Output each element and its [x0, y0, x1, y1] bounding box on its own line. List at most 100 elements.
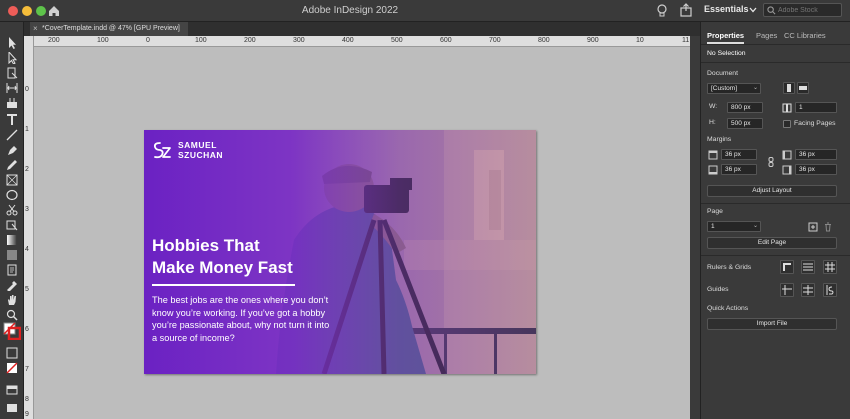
content-collector-tool[interactable]: [5, 97, 19, 109]
landscape-orientation-button[interactable]: [797, 82, 809, 94]
selection-tool[interactable]: [5, 37, 19, 49]
document-preset-select[interactable]: [Custom] ⌄: [707, 83, 761, 94]
note-tool[interactable]: [5, 264, 19, 276]
free-transform-tool[interactable]: [5, 219, 19, 231]
scissors-tool[interactable]: [5, 204, 19, 216]
chevron-down-icon: ⌄: [752, 85, 758, 91]
tab-pages[interactable]: Pages: [756, 28, 777, 44]
share-icon[interactable]: [679, 3, 693, 17]
chevron-down-icon: ⌄: [752, 223, 758, 229]
add-page-icon[interactable]: [808, 222, 818, 232]
baseline-grid-icon: [803, 263, 813, 271]
tab-cc-libraries[interactable]: CC Libraries: [784, 28, 826, 44]
ruler-label: 400: [342, 37, 354, 44]
margin-bottom-input[interactable]: 36 px: [721, 164, 757, 175]
smart-guides-button[interactable]: [801, 283, 815, 297]
ellipse-tool[interactable]: [5, 189, 19, 201]
adjust-layout-button[interactable]: Adjust Layout: [707, 185, 837, 197]
pen-tool-icon: [8, 146, 17, 155]
margin-top-input[interactable]: 36 px: [721, 149, 757, 160]
apply-none-button[interactable]: [5, 362, 19, 374]
lightbulb-icon[interactable]: [656, 3, 668, 19]
document-tab-bar: × *CoverTemplate.indd @ 47% [GPU Preview…: [24, 22, 700, 36]
horizontal-ruler[interactable]: 200 100 0 100 200 300 400 500 600 700 80…: [34, 36, 690, 47]
vertical-ruler[interactable]: 0 1 2 3 4 5 6 7 8 9: [24, 36, 34, 419]
line-tool[interactable]: [5, 129, 19, 141]
ruler-label: 600: [440, 37, 452, 44]
title-bar: Adobe InDesign 2022 Essentials: [0, 0, 850, 22]
type-tool-icon: [7, 114, 17, 125]
page-tool-icon: [7, 67, 18, 79]
quick-actions-title: Quick Actions: [707, 305, 749, 312]
page-tool[interactable]: [5, 67, 19, 79]
eyedropper-tool[interactable]: [5, 279, 19, 291]
page-select[interactable]: 1 ⌄: [707, 221, 761, 232]
toggle-rulers-button[interactable]: [780, 260, 794, 274]
height-label: H:: [709, 119, 716, 126]
landscape-orientation-icon: [799, 86, 807, 90]
pen-tool[interactable]: [5, 144, 19, 156]
workspace-switcher[interactable]: Essentials: [704, 4, 749, 14]
headline-line1: Hobbies That: [152, 236, 260, 255]
margins-section-title: Margins: [707, 136, 732, 143]
margin-left-icon: [782, 150, 792, 160]
ruler-label: 2: [25, 166, 29, 173]
ruler-label: 300: [293, 37, 305, 44]
container-icon: [6, 347, 18, 359]
preview-mode-button[interactable]: [5, 402, 19, 414]
portrait-orientation-button[interactable]: [783, 82, 795, 94]
chevron-down-icon[interactable]: [749, 6, 757, 14]
margin-right-input[interactable]: 36 px: [795, 164, 837, 175]
import-file-button[interactable]: Import File: [707, 318, 837, 330]
search-icon: [767, 6, 776, 15]
document-width-input[interactable]: 800 px: [727, 102, 763, 113]
gradient-feather-tool[interactable]: [5, 249, 19, 261]
portrait-orientation-icon: [787, 84, 791, 92]
document-height-input[interactable]: 500 px: [727, 118, 763, 129]
ruler-label: 0: [25, 86, 29, 93]
zoom-icon: [6, 309, 18, 321]
show-guides-button[interactable]: [780, 283, 794, 297]
panel-divider: [701, 255, 850, 256]
type-tool[interactable]: [5, 114, 19, 126]
formatting-container-toggle[interactable]: [5, 347, 19, 359]
delete-page-icon[interactable]: [823, 222, 833, 232]
cover-body-text[interactable]: The best jobs are the ones where you don…: [152, 294, 332, 344]
gap-tool[interactable]: [5, 82, 19, 94]
document-page[interactable]: SAMUEL SZUCHAN Hobbies That Make Money F…: [144, 130, 536, 374]
link-margins-icon[interactable]: [766, 157, 776, 167]
ruler-label: 200: [48, 37, 60, 44]
direct-selection-tool[interactable]: [5, 52, 19, 64]
edit-page-button[interactable]: Edit Page: [707, 237, 837, 249]
pencil-tool[interactable]: [5, 159, 19, 171]
fill-stroke-swatch-icon[interactable]: [3, 322, 21, 340]
document-grid-icon: [825, 262, 835, 272]
hand-tool[interactable]: [5, 294, 19, 306]
snap-guides-button[interactable]: [823, 283, 837, 297]
baseline-grid-button[interactable]: [801, 260, 815, 274]
close-tab-icon[interactable]: ×: [33, 22, 38, 36]
zoom-tool[interactable]: [5, 309, 19, 321]
document-tab[interactable]: × *CoverTemplate.indd @ 47% [GPU Preview…: [30, 22, 188, 36]
document-grid-button[interactable]: [823, 260, 837, 274]
margin-left-input[interactable]: 36 px: [795, 149, 837, 160]
screen-mode-icon: [6, 385, 18, 395]
ruler-label: 8: [25, 396, 29, 403]
tab-properties[interactable]: Properties: [707, 28, 745, 44]
smart-guides-icon: [803, 285, 813, 295]
facing-pages-checkbox[interactable]: [783, 120, 791, 128]
screen-mode-button[interactable]: [5, 384, 19, 396]
cover-headline[interactable]: Hobbies That Make Money Fast: [152, 235, 352, 279]
vertical-scrollbar[interactable]: [690, 36, 700, 419]
brand-name-line2: SZUCHAN: [178, 150, 224, 160]
adobe-stock-search[interactable]: [763, 3, 842, 17]
rectangle-frame-tool[interactable]: [5, 174, 19, 186]
margin-top-icon: [708, 150, 718, 160]
ruler-label: 9: [25, 411, 29, 418]
adobe-stock-input[interactable]: [778, 4, 840, 16]
eyedropper-icon: [7, 281, 17, 291]
gradient-tool[interactable]: [5, 234, 19, 246]
pages-count-input[interactable]: 1: [795, 102, 837, 113]
document-tab-label: *CoverTemplate.indd @ 47% [GPU Preview]: [42, 25, 180, 32]
brand-name: SAMUEL SZUCHAN: [178, 140, 298, 160]
